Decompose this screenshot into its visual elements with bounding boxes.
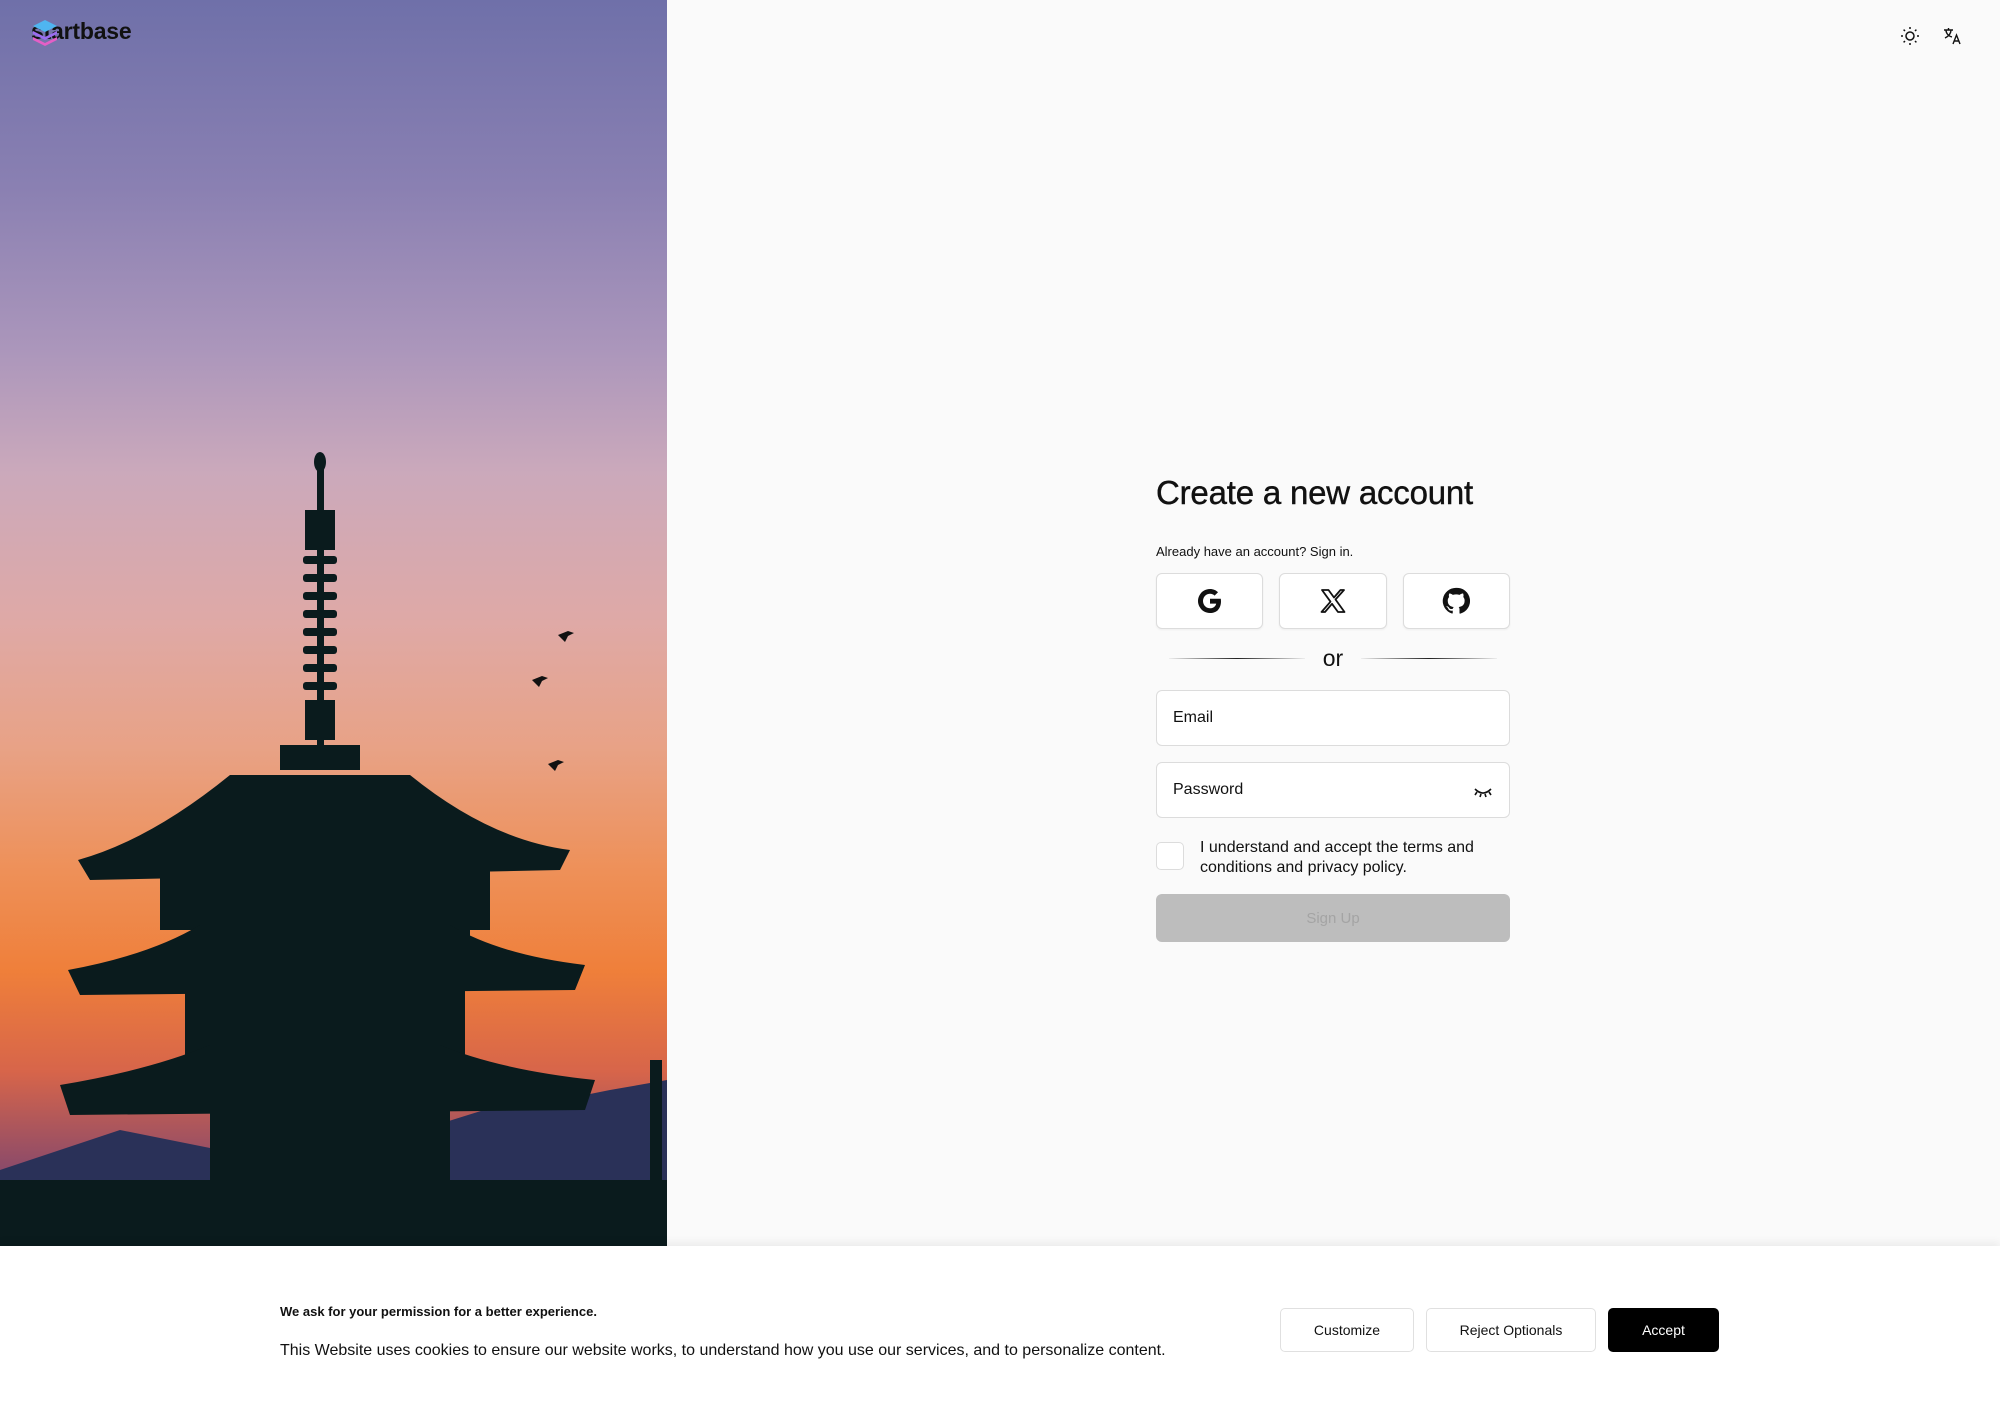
page-title: Create a new account (1156, 474, 1474, 511)
google-icon (1197, 589, 1221, 613)
github-icon (1443, 587, 1471, 614)
translate-icon[interactable] (1940, 24, 1964, 48)
signup-form: Create a new account Already have an acc… (1156, 474, 1510, 942)
social-login-row (1156, 573, 1510, 629)
email-input[interactable] (1157, 691, 1509, 745)
cookie-banner: We ask for your permission for a better … (0, 1246, 2000, 1414)
divider-line-left (1168, 658, 1305, 659)
eye-closed-icon[interactable] (1473, 785, 1493, 799)
layers-icon (33, 20, 57, 46)
cookie-title: We ask for your permission for a better … (280, 1304, 597, 1319)
github-login-button[interactable] (1402, 573, 1510, 629)
terms-row: I understand and accept the terms and co… (1156, 838, 1510, 878)
pagoda-silhouette (0, 452, 667, 1246)
email-field (1156, 690, 1510, 746)
divider-text: or (1322, 645, 1344, 671)
signin-link[interactable]: Already have an account? Sign in. (1156, 544, 1510, 559)
cookie-body: This Website uses cookies to ensure our … (280, 1342, 1166, 1359)
accept-button[interactable]: Accept (1608, 1308, 1719, 1352)
x-icon (1320, 589, 1346, 613)
cookie-actions: Customize Reject Optionals Accept (1280, 1308, 1719, 1352)
terms-label: I understand and accept the terms and co… (1200, 839, 1474, 876)
hero-image: startbase (0, 0, 667, 1246)
x-login-button[interactable] (1279, 573, 1387, 629)
brand-logo[interactable]: startbase (31, 18, 132, 46)
sun-icon[interactable] (1898, 24, 1922, 48)
or-divider: or (1156, 645, 1510, 672)
reject-optionals-button[interactable]: Reject Optionals (1426, 1308, 1596, 1352)
password-input[interactable] (1157, 763, 1509, 817)
password-field (1156, 762, 1510, 818)
terms-checkbox[interactable] (1156, 842, 1184, 870)
divider-line-right (1361, 658, 1498, 659)
top-right-toolbar (1898, 24, 1964, 48)
customize-button[interactable]: Customize (1280, 1308, 1414, 1352)
google-login-button[interactable] (1156, 573, 1264, 629)
signup-button[interactable]: Sign Up (1156, 894, 1510, 942)
